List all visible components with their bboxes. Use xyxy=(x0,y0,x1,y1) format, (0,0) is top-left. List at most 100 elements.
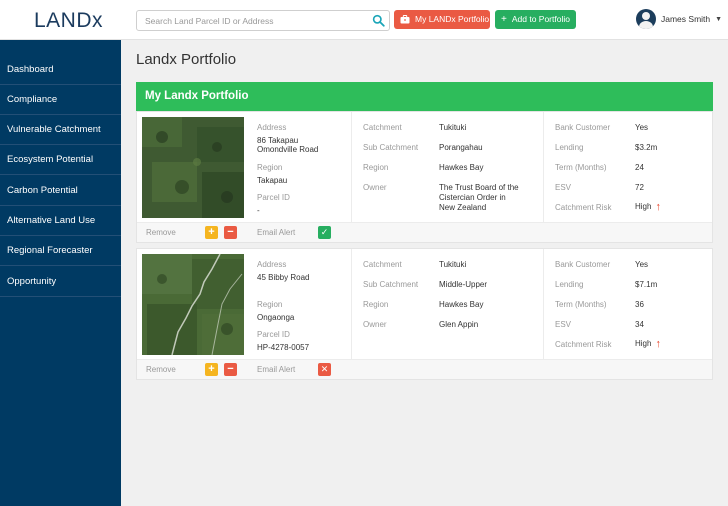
sidebar-item-ecosystem-potential[interactable]: Ecosystem Potential xyxy=(0,145,121,175)
plus-icon[interactable]: + xyxy=(205,226,218,239)
sidebar-item-compliance[interactable]: Compliance xyxy=(0,85,121,115)
sidebar-item-vulnerable-catchment[interactable]: Vulnerable Catchment xyxy=(0,115,121,145)
address-label: Address xyxy=(257,260,287,269)
close-icon[interactable]: ✕ xyxy=(318,363,331,376)
address-line1: 45 Bibby Road xyxy=(257,273,310,282)
minus-icon[interactable]: − xyxy=(224,363,237,376)
term-label: Term (Months) xyxy=(555,163,607,172)
owner-line3: New Zealand xyxy=(439,203,487,212)
add-to-portfolio-label: Add to Portfolio xyxy=(511,14,570,24)
owner-label: Owner xyxy=(363,320,387,329)
parcel-id-label: Parcel ID xyxy=(257,330,290,339)
catchment-region-value: Hawkes Bay xyxy=(439,300,484,309)
sidebar-item-opportunity[interactable]: Opportunity xyxy=(0,267,121,297)
term-label: Term (Months) xyxy=(555,300,607,309)
caret-down-icon: ▼ xyxy=(715,15,723,23)
sub-catchment-label: Sub Catchment xyxy=(363,280,419,289)
bank-customer-value: Yes xyxy=(635,123,649,132)
user-avatar xyxy=(636,9,656,29)
parcel-id-label: Parcel ID xyxy=(257,193,290,202)
catchment-label: Catchment xyxy=(363,260,402,269)
region-value: Ongaonga xyxy=(257,313,295,322)
plus-icon[interactable]: + xyxy=(205,363,218,376)
parcel-card-body: Address 45 Bibby Road Region Ongaonga Pa… xyxy=(137,249,712,359)
catchment-value: Tukituki xyxy=(439,260,467,269)
portfolio-panel-header: My Landx Portfolio xyxy=(136,82,713,111)
catchment-region-value: Hawkes Bay xyxy=(439,163,484,172)
region-label: Region xyxy=(257,300,283,309)
column-divider xyxy=(351,112,352,222)
term-value: 36 xyxy=(635,300,644,309)
sidebar-item-carbon-potential[interactable]: Carbon Potential xyxy=(0,176,121,206)
parcel-id-value: - xyxy=(257,206,260,215)
lending-label: Lending xyxy=(555,143,584,152)
my-portfolio-button[interactable]: My LANDx Portfolio xyxy=(394,10,490,29)
check-icon[interactable]: ✓ xyxy=(318,226,331,239)
bank-customer-value: Yes xyxy=(635,260,649,269)
catchment-risk-label: Catchment Risk xyxy=(555,203,612,212)
email-alert-label: Email Alert xyxy=(257,365,296,374)
column-divider xyxy=(351,249,352,359)
bank-customer-label: Bank Customer xyxy=(555,123,611,132)
address-line2: Omondville Road xyxy=(257,145,319,154)
top-bar: LANDx My LANDx Portfolio + Add to Portfo… xyxy=(0,0,728,40)
lending-value: $3.2m xyxy=(635,143,658,152)
plus-icon: + xyxy=(501,13,507,25)
catchment-risk-value: High xyxy=(635,339,652,348)
add-to-portfolio-button[interactable]: + Add to Portfolio xyxy=(495,10,576,29)
catchment-risk-value: High xyxy=(635,202,652,211)
owner-line1: The Trust Board of the xyxy=(439,183,519,192)
sidebar: Dashboard Compliance Vulnerable Catchmen… xyxy=(0,40,121,506)
sub-catchment-value: Middle-Upper xyxy=(439,280,488,289)
esv-value: 72 xyxy=(635,183,644,192)
parcel-satellite-image[interactable] xyxy=(142,254,244,355)
esv-label: ESV xyxy=(555,183,572,192)
user-menu[interactable]: James Smith ▼ xyxy=(636,9,722,29)
remove-label: Remove xyxy=(146,365,176,374)
sidebar-item-regional-forecaster[interactable]: Regional Forecaster xyxy=(0,236,121,266)
catchment-region-label: Region xyxy=(363,300,389,309)
briefcase-icon xyxy=(400,15,410,24)
page-title: Landx Portfolio xyxy=(136,51,237,68)
user-name: James Smith xyxy=(661,14,711,24)
sidebar-item-dashboard[interactable]: Dashboard xyxy=(0,55,121,85)
parcel-satellite-image[interactable] xyxy=(142,117,244,218)
search-icon[interactable] xyxy=(372,14,385,27)
parcel-card: Address 86 Takapau Omondville Road Regio… xyxy=(136,111,713,243)
term-value: 24 xyxy=(635,163,644,172)
esv-label: ESV xyxy=(555,320,572,329)
owner-line1: Glen Appin xyxy=(439,320,479,329)
owner-line2: Cistercian Order in xyxy=(439,193,506,202)
bank-customer-label: Bank Customer xyxy=(555,260,611,269)
column-divider xyxy=(543,112,544,222)
arrow-up-icon: ↑ xyxy=(655,338,661,350)
minus-icon[interactable]: − xyxy=(224,226,237,239)
parcel-card-footer: Remove + − Email Alert ✓ xyxy=(137,222,712,242)
region-value: Takapau xyxy=(257,176,288,185)
arrow-up-icon: ↑ xyxy=(655,201,661,213)
lending-value: $7.1m xyxy=(635,280,658,289)
region-label: Region xyxy=(257,163,283,172)
sub-catchment-label: Sub Catchment xyxy=(363,143,419,152)
search-input[interactable] xyxy=(137,11,367,30)
catchment-risk: High ↑ xyxy=(635,201,661,213)
parcel-card-footer: Remove + − Email Alert ✕ xyxy=(137,359,712,379)
owner-label: Owner xyxy=(363,183,387,192)
catchment-risk: High ↑ xyxy=(635,338,661,350)
sidebar-item-alternative-land-use[interactable]: Alternative Land Use xyxy=(0,206,121,236)
remove-label: Remove xyxy=(146,228,176,237)
my-portfolio-label: My LANDx Portfolio xyxy=(415,14,490,24)
search-box[interactable] xyxy=(136,10,390,31)
catchment-value: Tukituki xyxy=(439,123,467,132)
email-alert-label: Email Alert xyxy=(257,228,296,237)
app-logo[interactable]: LANDx xyxy=(34,9,103,33)
column-divider xyxy=(543,249,544,359)
catchment-label: Catchment xyxy=(363,123,402,132)
address-label: Address xyxy=(257,123,287,132)
esv-value: 34 xyxy=(635,320,644,329)
parcel-id-value: HP-4278-0057 xyxy=(257,343,310,352)
parcel-card: Address 45 Bibby Road Region Ongaonga Pa… xyxy=(136,248,713,380)
lending-label: Lending xyxy=(555,280,584,289)
parcel-card-body: Address 86 Takapau Omondville Road Regio… xyxy=(137,112,712,222)
catchment-risk-label: Catchment Risk xyxy=(555,340,612,349)
